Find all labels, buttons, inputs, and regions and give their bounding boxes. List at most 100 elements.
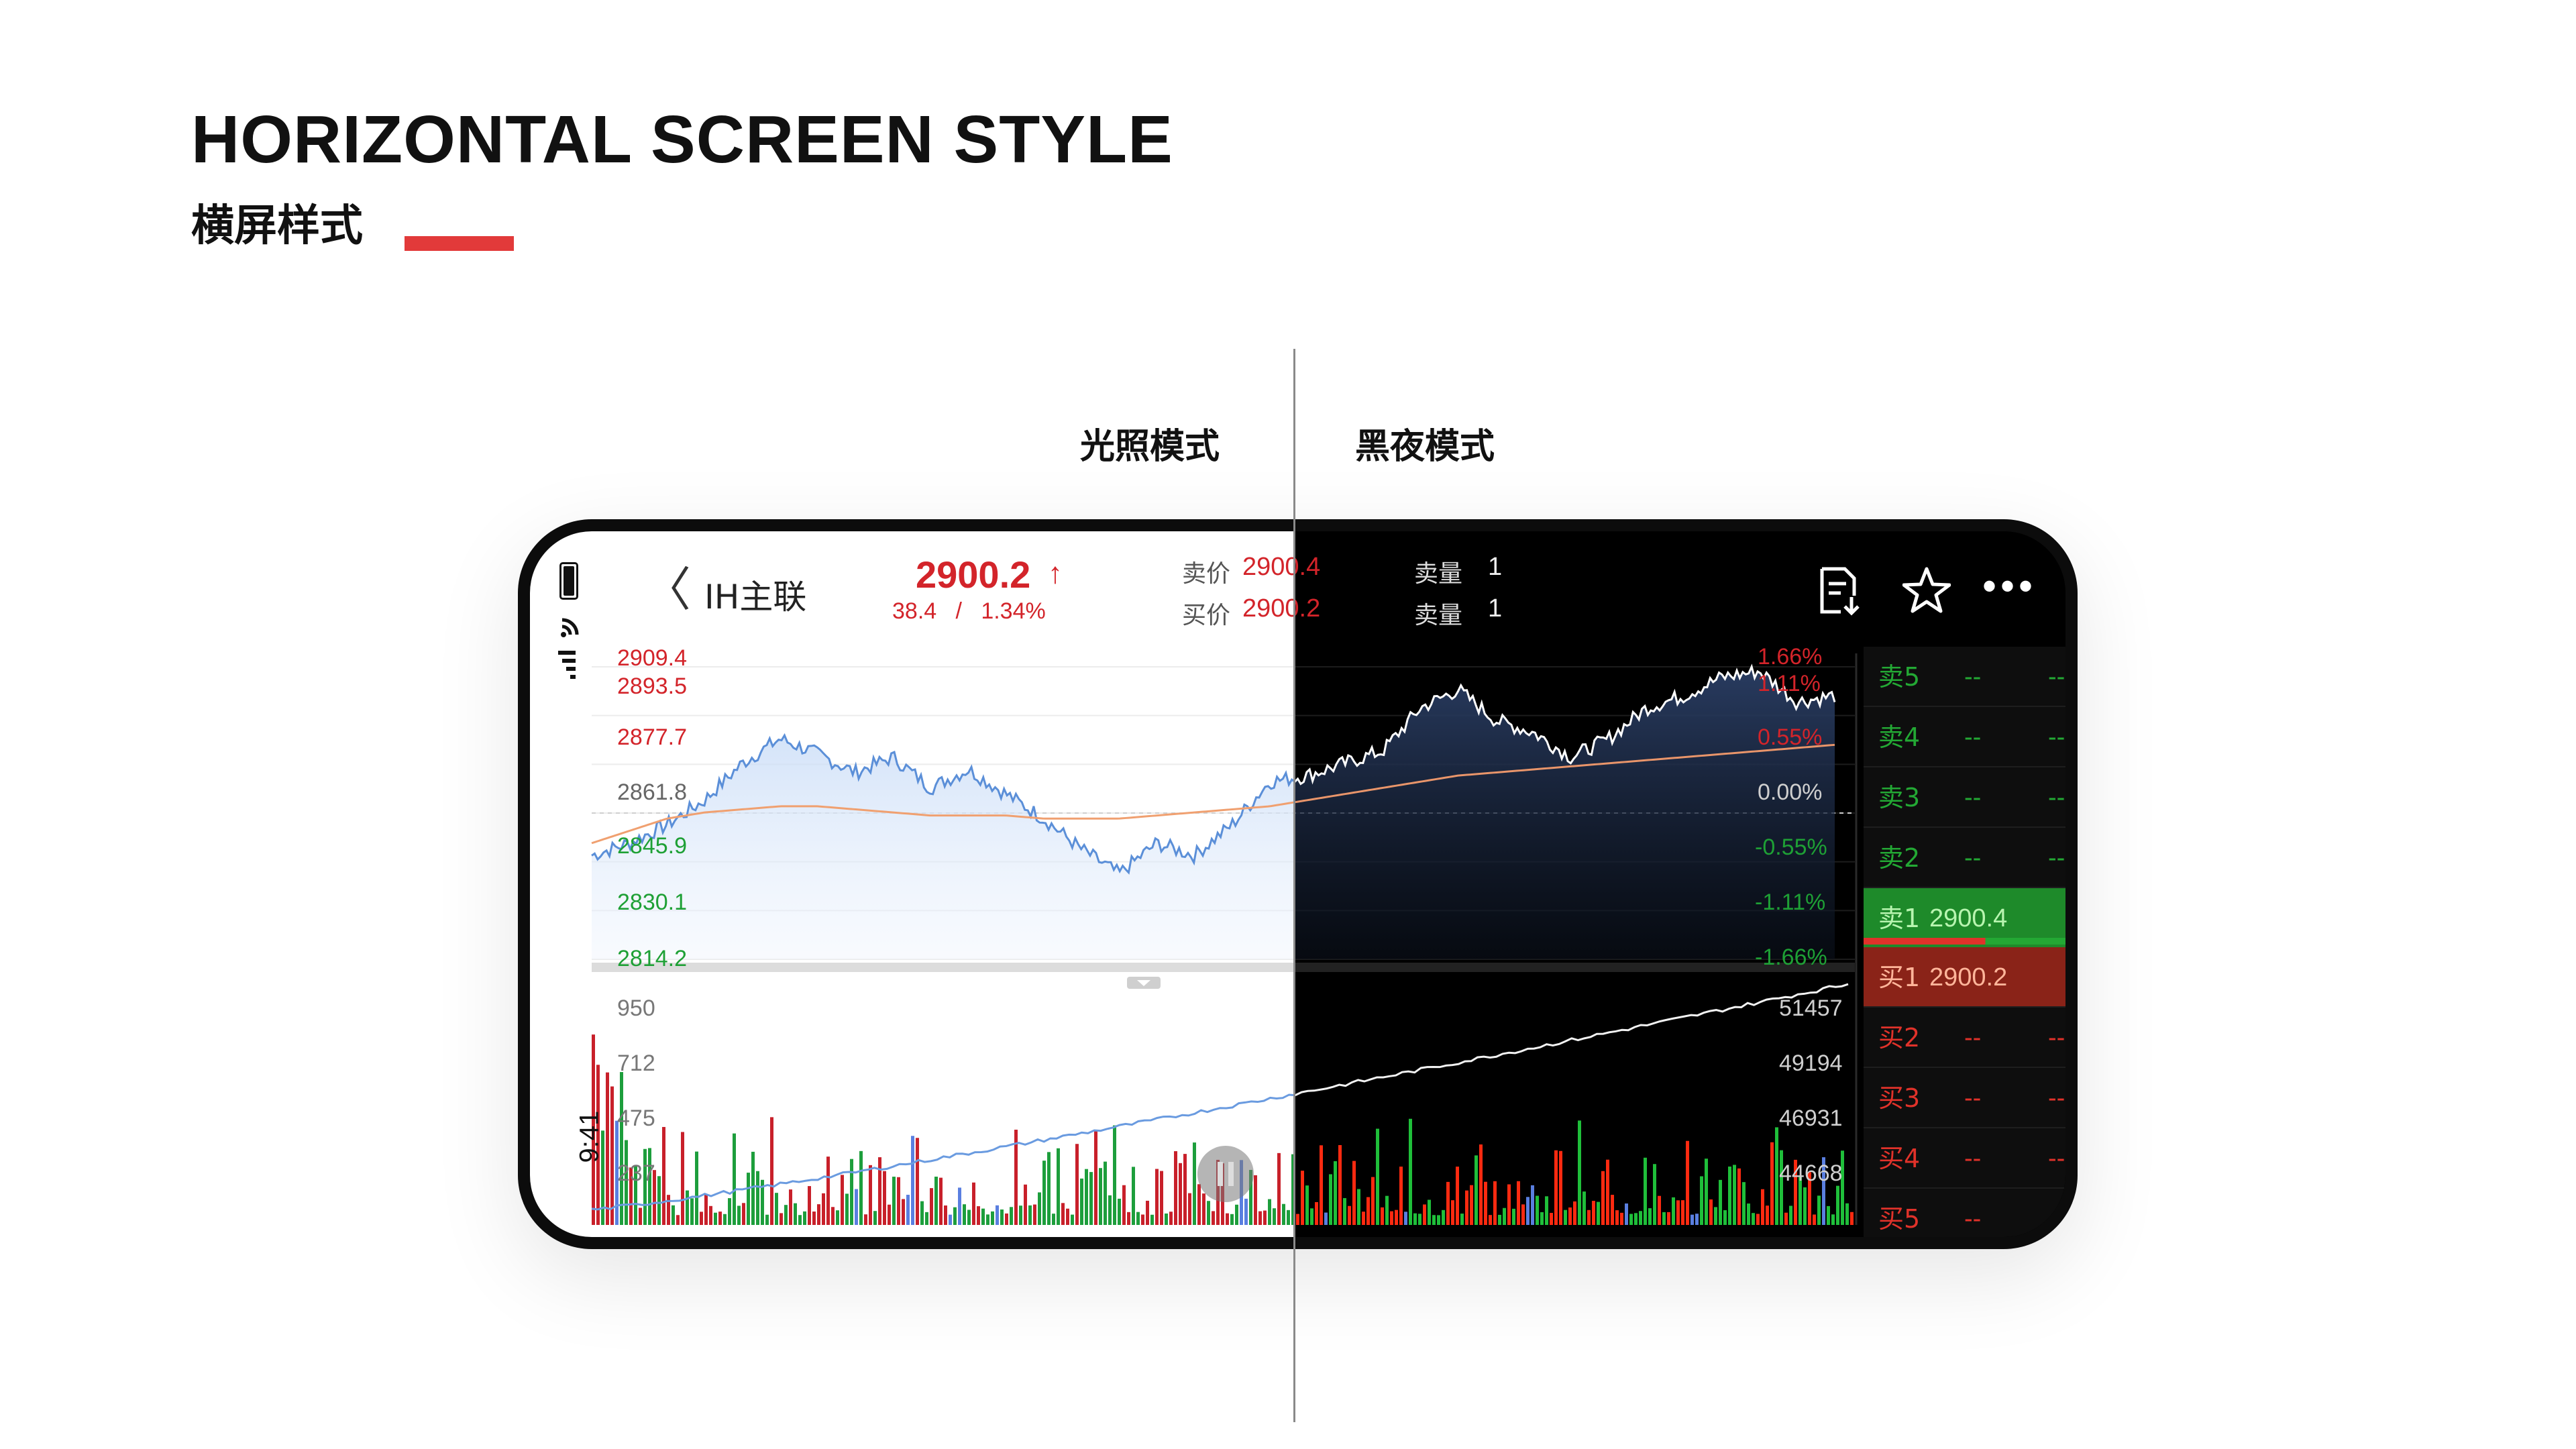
ask-level-row[interactable]: 卖5 -- -- (1864, 647, 2065, 707)
volume-bar (822, 1193, 825, 1225)
chevron-left-icon[interactable]: 〈 (644, 566, 691, 613)
volume-bar (977, 1206, 980, 1225)
volume-bar (1737, 1168, 1741, 1225)
volume-bar (1254, 1175, 1257, 1225)
volume-bar (648, 1148, 651, 1225)
more-icon[interactable]: ••• (1982, 566, 2036, 606)
volume-bar (963, 1204, 966, 1225)
volume-bar (1728, 1166, 1731, 1225)
volume-bar (1559, 1150, 1562, 1225)
volume-bar (1573, 1201, 1576, 1225)
volume-bar (1756, 1214, 1760, 1225)
volume-bar (1381, 1207, 1384, 1225)
level-name: 买4 (1878, 1144, 1921, 1173)
volume-bar (1775, 1127, 1778, 1225)
volume-bar (1813, 1214, 1816, 1225)
volume-bar (1146, 1200, 1149, 1225)
volume-bar (1122, 1185, 1126, 1225)
ask-level-row[interactable]: 卖2 -- -- (1864, 828, 2065, 888)
volume-bar (657, 1176, 661, 1225)
volume-bar (700, 1212, 703, 1225)
volume-bar (1695, 1214, 1699, 1225)
level-name: 买3 (1878, 1083, 1921, 1113)
mode-divider-line (1293, 349, 1295, 1422)
level-volume: -- (2048, 784, 2065, 812)
volume-bar (841, 1175, 844, 1225)
volume-bar (1226, 1213, 1229, 1225)
volume-bar (953, 1207, 957, 1225)
volume-bar (789, 1189, 792, 1225)
ask-level-row[interactable]: 卖3 -- -- (1864, 767, 2065, 828)
bid-volume-label: 卖量 (1414, 602, 1463, 629)
volume-bar (1207, 1201, 1210, 1225)
volume-bar (1005, 1213, 1008, 1225)
volume-bar (770, 1117, 773, 1225)
volume-bar (1564, 1210, 1567, 1225)
volume-bar (1803, 1187, 1807, 1225)
level-price: -- (1964, 1144, 1982, 1173)
document-download-icon[interactable] (1818, 566, 1862, 616)
price-axis-label: 2861.8 (617, 780, 687, 805)
bid-level-row[interactable]: 买2 -- -- (1864, 1008, 2065, 1068)
percent-axis-label: -0.55% (1755, 835, 1827, 860)
percent-axis-label: 1.66% (1758, 644, 1823, 669)
volume-bar (686, 1190, 689, 1225)
volume-bar (1244, 1198, 1248, 1225)
volume-axis-label: 475 (617, 1106, 655, 1131)
volume-bar (1747, 1203, 1750, 1225)
volume-bar (1089, 1172, 1093, 1225)
volume-bar (892, 1177, 896, 1225)
bid-level-row[interactable]: 买4 -- -- (1864, 1128, 2065, 1189)
volume-bar (897, 1177, 900, 1225)
level-volume: -- (2048, 1144, 2065, 1173)
volume-bar (1667, 1212, 1670, 1225)
price-axis-label: 2877.7 (617, 724, 687, 750)
price-change: 38.4 / 1.34% (892, 598, 1046, 625)
volume-bar (803, 1211, 806, 1225)
bid-level-row[interactable]: 买3 -- -- (1864, 1068, 2065, 1128)
volume-bar (911, 1136, 914, 1225)
volume-bar (1165, 1213, 1168, 1225)
star-icon[interactable] (1902, 566, 1951, 614)
volume-bar (1183, 1154, 1187, 1225)
bid-level-row[interactable]: 买12900.21 (1864, 947, 2065, 1008)
volume-bar (1540, 1212, 1544, 1225)
ask-level-row[interactable]: 卖4 -- -- (1864, 707, 2065, 767)
volume-bar (1597, 1201, 1600, 1225)
wifi-icon (561, 618, 579, 637)
volume-bar (1324, 1212, 1328, 1225)
volume-bar (1521, 1204, 1525, 1225)
volume-bar (714, 1212, 717, 1225)
volume-bar (930, 1188, 933, 1225)
volume-bar (1132, 1167, 1135, 1225)
volume-bar (1648, 1208, 1652, 1225)
volume-bar (836, 1210, 839, 1225)
volume-bar (888, 1204, 891, 1225)
percent-axis-label: -1.11% (1755, 890, 1826, 915)
volume-bar (1836, 1185, 1839, 1225)
volume-bar (780, 1213, 783, 1225)
volume-bar (1456, 1167, 1459, 1225)
volume-bar (981, 1208, 985, 1225)
volume-bar (1831, 1214, 1835, 1225)
volume-bar (1348, 1205, 1351, 1225)
level-volume: -- (2048, 1024, 2065, 1052)
volume-bar (1789, 1205, 1792, 1225)
volume-bar (1568, 1207, 1572, 1225)
replay-icon-bar-left (1218, 1162, 1223, 1186)
volume-bar (1681, 1200, 1684, 1225)
bid-level-row[interactable]: 买5 -- -- (1864, 1189, 2065, 1237)
volume-bar (1104, 1161, 1107, 1225)
volume-bar (718, 1212, 722, 1225)
price-axis-label: 2893.5 (617, 674, 687, 699)
volume-bar (1033, 1204, 1036, 1225)
change-value: 38.4 (892, 598, 937, 624)
volume-axis-label: 712 (617, 1051, 655, 1076)
volume-bar (681, 1132, 684, 1225)
replay-icon[interactable] (1197, 1146, 1254, 1202)
volume-bar (855, 1189, 858, 1225)
volume-bar (1770, 1142, 1774, 1225)
battery-icon (559, 562, 578, 600)
volume-bar (831, 1207, 835, 1225)
volume-bar (916, 1138, 919, 1225)
